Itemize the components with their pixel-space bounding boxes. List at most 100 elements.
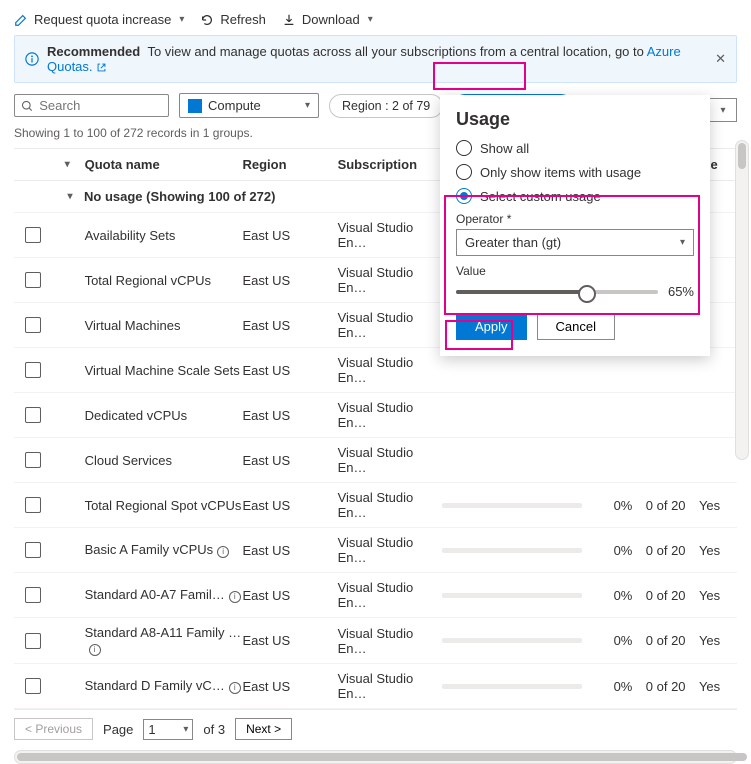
adjustable-cell: Yes xyxy=(699,498,737,513)
chevron-down-icon: ▾ xyxy=(183,724,188,735)
usage-qty: 0 of 20 xyxy=(632,679,699,694)
adjustable-cell: Yes xyxy=(699,543,737,558)
usage-qty: 0 of 20 xyxy=(632,543,699,558)
row-checkbox[interactable] xyxy=(25,542,41,558)
subscription-cell: Visual Studio En… xyxy=(338,355,443,385)
row-checkbox[interactable] xyxy=(25,633,41,649)
request-quota-label: Request quota increase xyxy=(34,12,171,27)
prev-button[interactable]: < Previous xyxy=(14,718,93,740)
subscription-cell: Visual Studio En… xyxy=(338,265,443,295)
quota-name-cell: Virtual Machines xyxy=(81,318,243,333)
operator-select[interactable]: Greater than (gt)▾ xyxy=(456,229,694,256)
compute-icon xyxy=(188,99,202,113)
banner-text: Recommended To view and manage quotas ac… xyxy=(47,44,707,74)
usage-pct: 0% xyxy=(585,498,633,513)
info-icon[interactable]: i xyxy=(89,644,101,656)
radio-with-usage[interactable]: Only show items with usage xyxy=(456,164,694,180)
subscription-cell: Visual Studio En… xyxy=(338,220,443,250)
horizontal-scrollbar[interactable] xyxy=(14,750,737,764)
search-input[interactable] xyxy=(14,94,169,117)
table-row[interactable]: Dedicated vCPUsEast USVisual Studio En… xyxy=(14,393,737,438)
usage-qty: 0 of 20 xyxy=(632,633,699,648)
usage-qty: 0 of 20 xyxy=(632,498,699,513)
cancel-button[interactable]: Cancel xyxy=(537,313,615,340)
row-checkbox[interactable] xyxy=(25,227,41,243)
usage-pct: 0% xyxy=(585,543,633,558)
subscription-cell: Visual Studio En… xyxy=(338,671,443,701)
table-row[interactable]: Total Regional Spot vCPUsEast USVisual S… xyxy=(14,483,737,528)
radio-icon xyxy=(456,164,472,180)
usage-bar xyxy=(442,684,582,689)
header-region[interactable]: Region xyxy=(242,157,337,172)
table-row[interactable]: Standard D Family vC…iEast USVisual Stud… xyxy=(14,664,737,709)
page-select[interactable]: 1▾ xyxy=(143,719,193,740)
request-quota-button[interactable]: Request quota increase ▾ xyxy=(14,12,184,27)
pager: < Previous Page 1▾ of 3 Next > xyxy=(14,709,737,748)
download-button[interactable]: Download ▾ xyxy=(282,12,373,27)
usage-filter-flyout: Usage Show all Only show items with usag… xyxy=(440,95,710,356)
adjustable-cell: Yes xyxy=(699,633,737,648)
next-button[interactable]: Next > xyxy=(235,718,292,740)
subscription-cell: Visual Studio En… xyxy=(338,535,443,565)
search-field[interactable] xyxy=(39,98,162,113)
search-icon xyxy=(21,99,33,113)
operator-label: Operator * xyxy=(456,212,694,226)
header-subscription[interactable]: Subscription xyxy=(338,157,443,172)
usage-bar xyxy=(442,503,582,508)
row-checkbox[interactable] xyxy=(25,587,41,603)
chevron-down-icon[interactable]: ▾ xyxy=(65,159,70,170)
flyout-title: Usage xyxy=(456,109,694,130)
row-checkbox[interactable] xyxy=(25,362,41,378)
region-cell: East US xyxy=(242,453,337,468)
table-row[interactable]: Standard A8-A11 Family …iEast USVisual S… xyxy=(14,618,737,664)
subscription-cell: Visual Studio En… xyxy=(338,626,443,656)
radio-custom-usage[interactable]: Select custom usage xyxy=(456,188,694,204)
table-row[interactable]: Cloud ServicesEast USVisual Studio En… xyxy=(14,438,737,483)
refresh-label: Refresh xyxy=(220,12,266,27)
quota-name-cell: Standard A8-A11 Family …i xyxy=(81,625,243,656)
info-icon[interactable]: i xyxy=(229,591,241,603)
chevron-down-icon: ▾ xyxy=(67,191,72,202)
refresh-icon xyxy=(200,13,214,27)
command-bar: Request quota increase ▾ Refresh Downloa… xyxy=(14,8,737,35)
region-filter-pill[interactable]: Region : 2 of 79 xyxy=(329,94,443,118)
row-checkbox[interactable] xyxy=(25,452,41,468)
header-quota-name[interactable]: Quota name xyxy=(81,157,243,172)
quota-name-cell: Total Regional vCPUs xyxy=(81,273,243,288)
info-icon[interactable]: i xyxy=(229,682,241,694)
usage-pct: 0% xyxy=(585,588,633,603)
region-cell: East US xyxy=(242,633,337,648)
row-checkbox[interactable] xyxy=(25,678,41,694)
quota-name-cell: Total Regional Spot vCPUs xyxy=(81,498,243,513)
row-checkbox[interactable] xyxy=(25,497,41,513)
value-percent: 65% xyxy=(668,284,694,299)
quota-name-cell: Standard A0-A7 Famil…i xyxy=(81,587,243,603)
usage-bar xyxy=(442,548,582,553)
apply-button[interactable]: Apply xyxy=(456,313,527,340)
info-icon[interactable]: i xyxy=(217,546,229,558)
page-label: Page xyxy=(103,722,133,737)
vertical-scrollbar[interactable] xyxy=(735,140,749,460)
radio-icon xyxy=(456,188,472,204)
info-icon xyxy=(25,52,39,66)
column-options-dropdown[interactable]: ▾ xyxy=(707,98,737,122)
close-icon[interactable]: ✕ xyxy=(715,51,726,67)
value-label: Value xyxy=(456,264,694,278)
chevron-down-icon: ▾ xyxy=(179,14,184,25)
region-cell: East US xyxy=(242,498,337,513)
region-cell: East US xyxy=(242,318,337,333)
radio-show-all[interactable]: Show all xyxy=(456,140,694,156)
row-checkbox[interactable] xyxy=(25,317,41,333)
row-checkbox[interactable] xyxy=(25,407,41,423)
provider-label: Compute xyxy=(208,98,261,113)
value-slider[interactable] xyxy=(456,290,658,294)
table-row[interactable]: Basic A Family vCPUsiEast USVisual Studi… xyxy=(14,528,737,573)
refresh-button[interactable]: Refresh xyxy=(200,12,266,27)
subscription-cell: Visual Studio En… xyxy=(338,310,443,340)
row-checkbox[interactable] xyxy=(25,272,41,288)
adjustable-cell: Yes xyxy=(699,679,737,694)
subscription-cell: Visual Studio En… xyxy=(338,490,443,520)
table-row[interactable]: Standard A0-A7 Famil…iEast USVisual Stud… xyxy=(14,573,737,618)
usage-pct: 0% xyxy=(585,679,633,694)
provider-dropdown[interactable]: Compute ▾ xyxy=(179,93,319,118)
